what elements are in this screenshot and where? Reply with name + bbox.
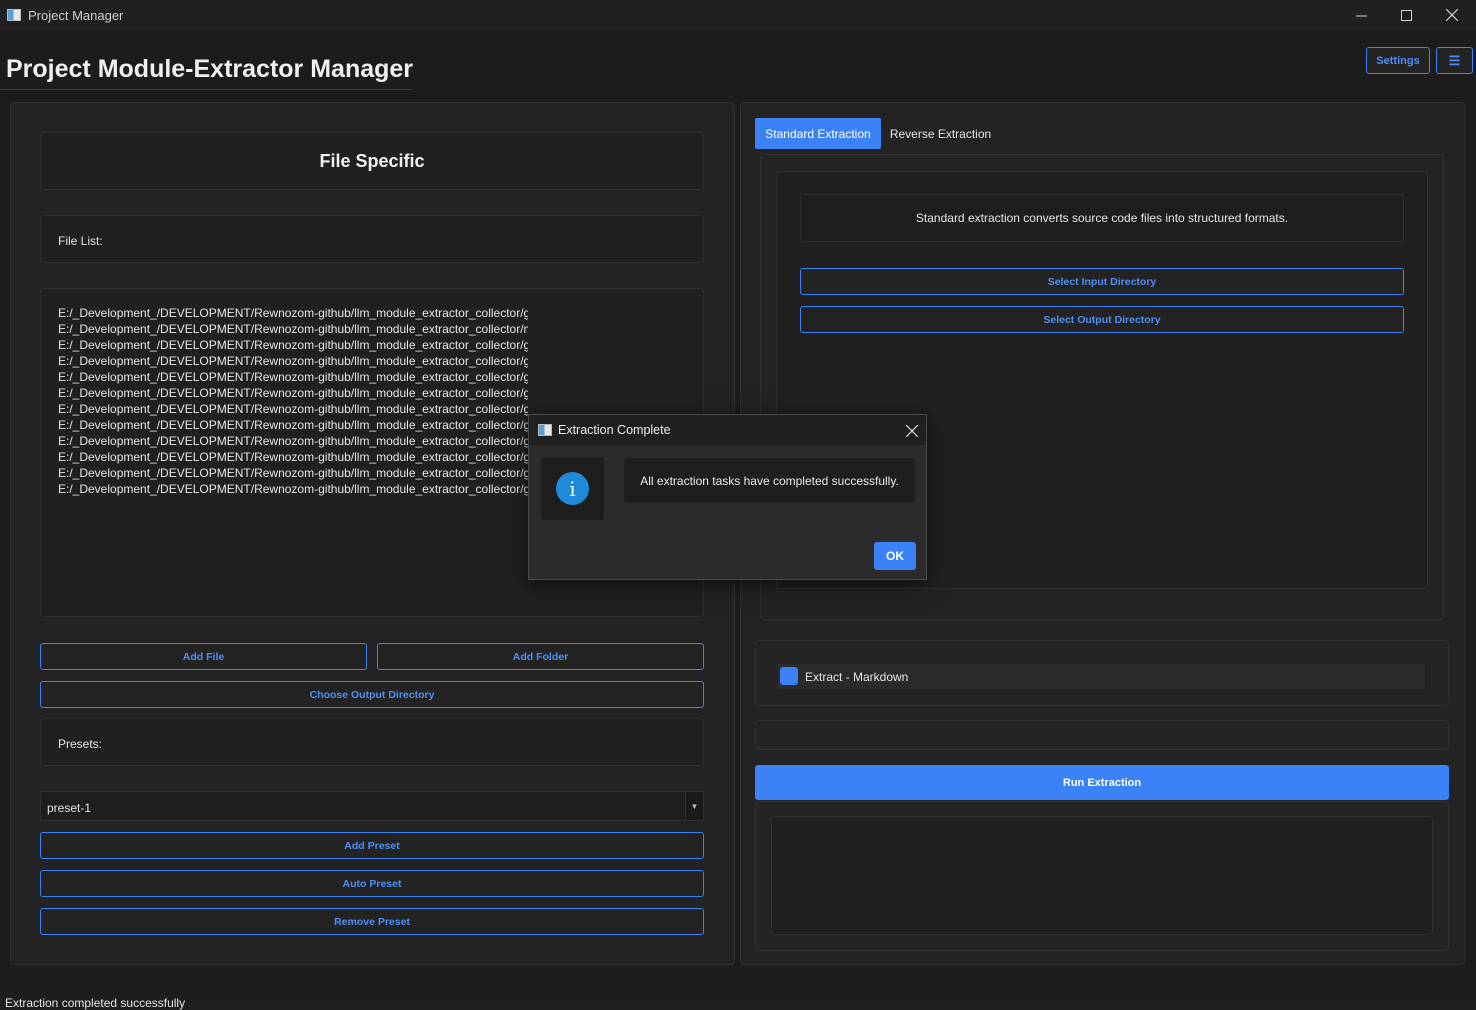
extract-markdown-label: Extract - Markdown: [805, 670, 909, 684]
select-output-directory-button[interactable]: Select Output Directory: [800, 306, 1404, 333]
extract-markdown-option[interactable]: Extract - Markdown: [778, 664, 1425, 689]
run-extraction-button[interactable]: Run Extraction: [755, 765, 1449, 800]
file-list-item[interactable]: E:/_Development_/DEVELOPMENT/Rewnozom-gi…: [58, 481, 528, 497]
window-title: Project Manager: [28, 7, 124, 23]
app-icon: [7, 9, 21, 21]
progress-box: [755, 720, 1449, 750]
file-list[interactable]: E:/_Development_/DEVELOPMENT/Rewnozom-gi…: [58, 305, 528, 497]
file-list-item[interactable]: E:/_Development_/DEVELOPMENT/Rewnozom-gi…: [58, 305, 528, 321]
presets-label-box: Presets:: [40, 718, 704, 766]
log-output[interactable]: [771, 816, 1433, 935]
file-list-item[interactable]: E:/_Development_/DEVELOPMENT/Rewnozom-gi…: [58, 337, 528, 353]
section-title: File Specific: [319, 150, 425, 171]
file-list-item[interactable]: E:/_Development_/DEVELOPMENT/Rewnozom-gi…: [58, 369, 528, 385]
window-titlebar: Project Manager: [0, 0, 1476, 30]
dialog-titlebar: Extraction Complete: [529, 415, 926, 445]
settings-button[interactable]: Settings: [1366, 47, 1430, 74]
description-box: Standard extraction converts source code…: [800, 194, 1404, 242]
preset-select-value: preset-1: [47, 801, 92, 815]
file-list-item[interactable]: E:/_Development_/DEVELOPMENT/Rewnozom-gi…: [58, 353, 528, 369]
auto-preset-button[interactable]: Auto Preset: [40, 870, 704, 897]
app-icon: [538, 424, 552, 436]
status-text: Extraction completed successfully: [5, 996, 186, 1010]
title-underline: [0, 89, 412, 90]
info-icon-box: i: [541, 457, 604, 520]
page-title: Project Module-Extractor Manager: [6, 55, 414, 83]
minimize-icon[interactable]: [1338, 0, 1384, 30]
chevron-down-icon[interactable]: ▼: [685, 792, 703, 820]
tab-standard-extraction[interactable]: Standard Extraction: [755, 118, 881, 149]
preset-select[interactable]: preset-1 ▼: [40, 791, 704, 821]
add-folder-button[interactable]: Add Folder: [377, 643, 704, 670]
file-list-item[interactable]: E:/_Development_/DEVELOPMENT/Rewnozom-gi…: [58, 465, 528, 481]
file-list-item[interactable]: E:/_Development_/DEVELOPMENT/Rewnozom-gi…: [58, 417, 528, 433]
file-list-label: File List:: [58, 234, 103, 248]
file-list-label-box: File List:: [40, 215, 704, 263]
dialog-message: All extraction tasks have completed succ…: [624, 458, 915, 503]
file-specific-header: File Specific: [40, 132, 704, 190]
remove-preset-button[interactable]: Remove Preset: [40, 908, 704, 935]
file-list-item[interactable]: E:/_Development_/DEVELOPMENT/Rewnozom-gi…: [58, 385, 528, 401]
add-file-button[interactable]: Add File: [40, 643, 367, 670]
info-icon: i: [556, 472, 589, 505]
file-list-item[interactable]: E:/_Development_/DEVELOPMENT/Rewnozom-gi…: [58, 321, 528, 337]
status-bar: Extraction completed successfully: [0, 993, 1476, 1010]
tab-reverse-extraction[interactable]: Reverse Extraction: [883, 118, 998, 149]
file-list-item[interactable]: E:/_Development_/DEVELOPMENT/Rewnozom-gi…: [58, 401, 528, 417]
maximize-icon[interactable]: [1383, 0, 1429, 30]
extraction-complete-dialog: Extraction Complete i All extraction tas…: [528, 414, 927, 580]
dialog-close-icon[interactable]: [905, 420, 919, 442]
select-input-directory-button[interactable]: Select Input Directory: [800, 268, 1404, 295]
description-text: Standard extraction converts source code…: [915, 211, 1289, 225]
presets-label: Presets:: [58, 737, 103, 751]
dialog-title: Extraction Complete: [558, 423, 671, 437]
menu-button[interactable]: ☰: [1436, 47, 1473, 74]
close-icon[interactable]: [1429, 0, 1475, 30]
ok-button[interactable]: OK: [874, 542, 916, 570]
choose-output-directory-button[interactable]: Choose Output Directory: [40, 681, 704, 708]
extract-markdown-checkbox[interactable]: [780, 667, 798, 685]
file-list-item[interactable]: E:/_Development_/DEVELOPMENT/Rewnozom-gi…: [58, 449, 528, 465]
file-list-item[interactable]: E:/_Development_/DEVELOPMENT/Rewnozom-gi…: [58, 433, 528, 449]
add-preset-button[interactable]: Add Preset: [40, 832, 704, 859]
